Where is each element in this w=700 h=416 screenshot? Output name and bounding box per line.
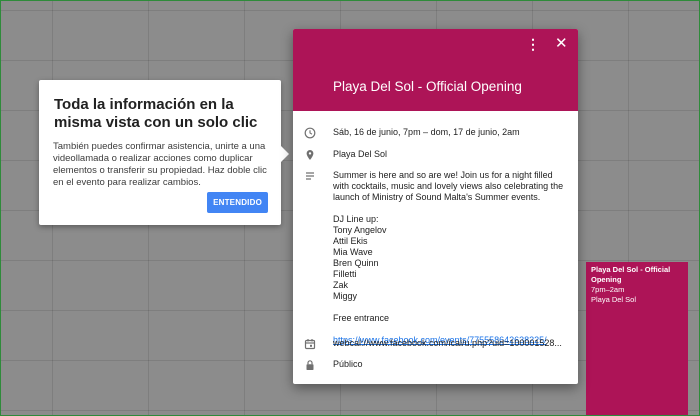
event-location: Playa Del Sol bbox=[333, 149, 388, 159]
location-pin-icon bbox=[303, 149, 317, 164]
tooltip-title: Toda la información en la misma vista co… bbox=[54, 96, 258, 131]
tooltip-body: También puedes confirmar asistencia, uni… bbox=[53, 141, 267, 188]
lineup-item: Bren Quinn bbox=[333, 258, 379, 268]
calendar-event-chip[interactable]: Playa Del Sol - Official Opening 7pm–2am… bbox=[586, 262, 688, 416]
free-entrance: Free entrance bbox=[333, 313, 390, 323]
chip-location: Playa Del Sol bbox=[591, 295, 637, 304]
close-icon[interactable]: ✕ bbox=[555, 36, 568, 51]
event-description: Summer is here and so are we! Join us fo… bbox=[333, 170, 568, 346]
lineup-item: Zak bbox=[333, 280, 349, 290]
onboarding-tooltip: Toda la información en la misma vista co… bbox=[39, 80, 289, 225]
notes-icon bbox=[303, 170, 317, 185]
lineup-item: Mia Wave bbox=[333, 247, 373, 257]
calendar-url: webcal://www.facebook.com/ical/u.php?uid… bbox=[333, 338, 562, 348]
lock-icon bbox=[303, 359, 317, 374]
lineup-item: Tony Angelov bbox=[333, 225, 387, 235]
visibility: Público bbox=[333, 359, 363, 369]
event-title: Playa Del Sol - Official Opening bbox=[333, 79, 522, 94]
got-it-button[interactable]: ENTENDIDO bbox=[207, 192, 268, 213]
event-detail-card: ⋮ ✕ Playa Del Sol - Official Opening Sáb… bbox=[293, 29, 578, 384]
event-card-header: ⋮ ✕ Playa Del Sol - Official Opening bbox=[293, 29, 578, 111]
lineup-item: Attil Ekis bbox=[333, 236, 368, 246]
chip-title: Playa Del Sol - Official Opening bbox=[591, 265, 671, 284]
event-date: Sáb, 16 de junio, 7pm – dom, 17 de junio… bbox=[333, 127, 520, 137]
lineup-heading: DJ Line up: bbox=[333, 214, 379, 224]
chip-time: 7pm–2am bbox=[591, 285, 625, 294]
more-vert-icon[interactable]: ⋮ bbox=[526, 37, 540, 51]
lineup-item: Miggy bbox=[333, 291, 358, 301]
lineup-item: Filletti bbox=[333, 269, 357, 279]
calendar-icon bbox=[303, 338, 317, 353]
clock-icon bbox=[303, 127, 317, 142]
description-intro: Summer is here and so are we! Join us fo… bbox=[333, 170, 564, 202]
